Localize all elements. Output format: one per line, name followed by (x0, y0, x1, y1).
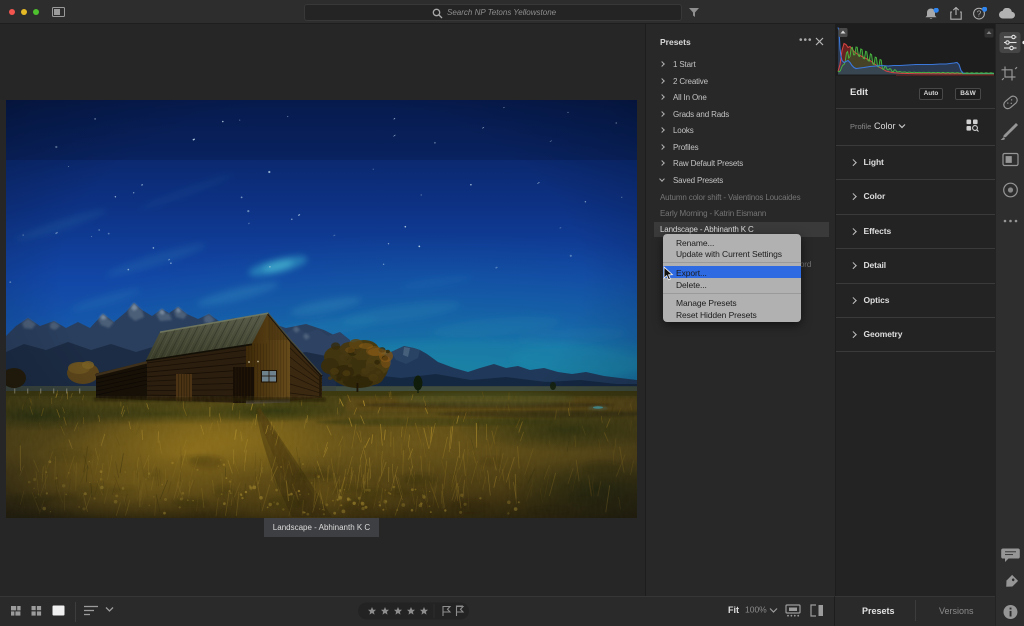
svg-text:?: ? (977, 9, 982, 18)
svg-text:100%: 100% (745, 605, 767, 615)
svg-text:Fit: Fit (728, 605, 739, 615)
